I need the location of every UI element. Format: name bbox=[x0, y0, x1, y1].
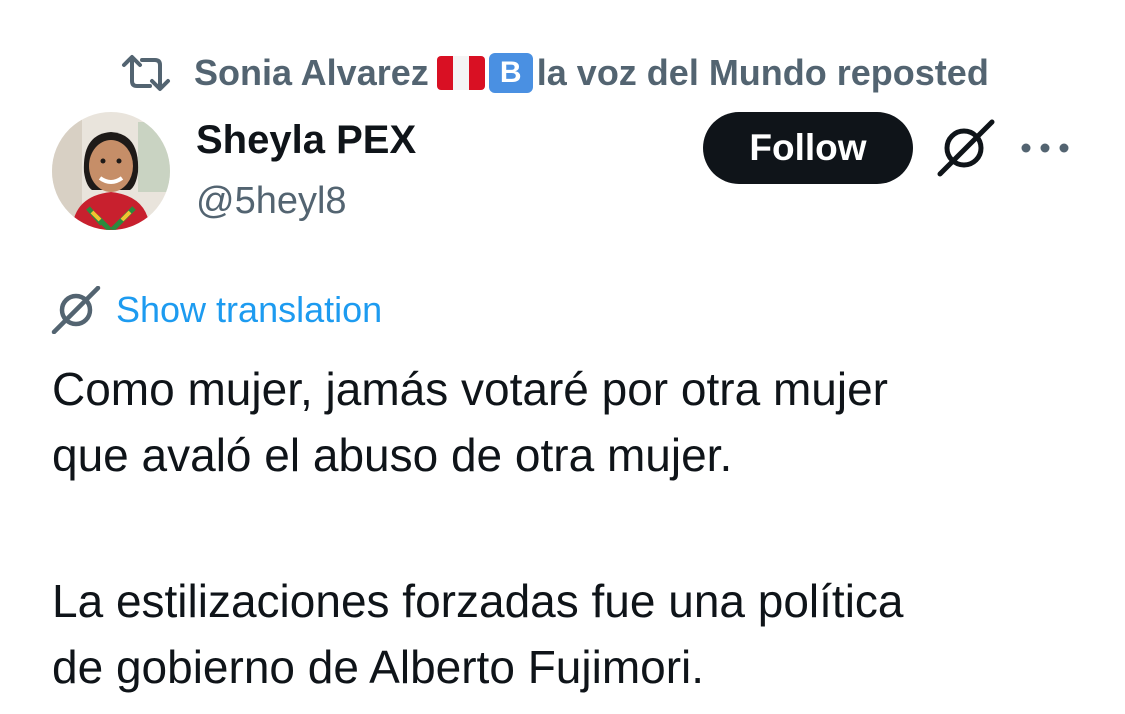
grok-translate-icon bbox=[51, 286, 101, 334]
repost-suffix: la voz del Mundo reposted bbox=[536, 52, 989, 93]
post-line: que avaló el abuso de otra mujer. bbox=[52, 429, 733, 481]
follow-button[interactable]: Follow bbox=[703, 112, 913, 184]
post-text: Como mujer, jamás votaré por otra mujer … bbox=[52, 356, 1092, 700]
post-line: Como mujer, jamás votaré por otra mujer bbox=[52, 363, 888, 415]
show-translation-label[interactable]: Show translation bbox=[116, 289, 382, 331]
author-name[interactable]: Sheyla PEX bbox=[196, 118, 416, 163]
repost-icon bbox=[122, 55, 170, 91]
avatar[interactable] bbox=[52, 112, 170, 230]
repost-header[interactable]: Sonia Alvarez B la voz del Mundo reposte… bbox=[120, 52, 989, 94]
post-line: La estilizaciones forzadas fue una polít… bbox=[52, 575, 904, 627]
more-icon[interactable] bbox=[1018, 128, 1072, 168]
peru-flag-icon bbox=[436, 56, 485, 90]
author-handle[interactable]: @5heyl8 bbox=[196, 180, 347, 223]
post-line: de gobierno de Alberto Fujimori. bbox=[52, 641, 705, 693]
b-badge-icon: B bbox=[488, 53, 533, 93]
repost-user-name[interactable]: Sonia Alvarez bbox=[194, 52, 429, 94]
grok-icon[interactable] bbox=[934, 118, 998, 178]
show-translation-link[interactable]: Show translation bbox=[50, 286, 382, 334]
